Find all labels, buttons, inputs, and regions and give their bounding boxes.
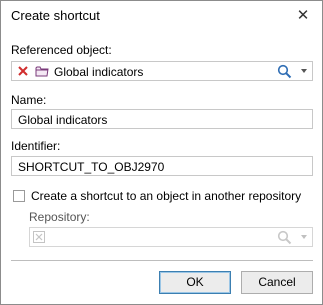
cancel-button[interactable]: Cancel — [241, 271, 313, 294]
clear-icon-disabled — [33, 231, 45, 243]
identifier-field[interactable]: SHORTCUT_TO_OBJ2970 — [11, 156, 313, 176]
repository-label: Repository: — [29, 210, 90, 224]
ok-button[interactable]: OK — [159, 271, 231, 294]
title-bar: Create shortcut ✕ — [1, 1, 322, 31]
clear-icon[interactable] — [17, 65, 29, 77]
chevron-down-icon[interactable] — [301, 69, 307, 73]
search-icon-disabled — [277, 230, 292, 245]
search-icon[interactable] — [277, 64, 292, 79]
referenced-object-value: Global indicators — [54, 65, 144, 79]
referenced-object-field[interactable]: Global indicators — [11, 61, 313, 81]
referenced-object-label: Referenced object: — [11, 43, 112, 57]
repository-field — [29, 227, 313, 247]
identifier-value: SHORTCUT_TO_OBJ2970 — [18, 160, 165, 174]
close-button[interactable]: ✕ — [292, 5, 314, 27]
folder-icon — [35, 66, 49, 77]
other-repository-label[interactable]: Create a shortcut to an object in anothe… — [31, 189, 301, 203]
close-icon: ✕ — [296, 7, 310, 24]
chevron-down-icon-disabled — [301, 235, 307, 239]
name-label: Name: — [11, 93, 47, 107]
name-value: Global indicators — [18, 113, 108, 127]
create-shortcut-dialog: Create shortcut ✕ Referenced object: Glo… — [0, 0, 323, 305]
dialog-title: Create shortcut — [11, 8, 100, 23]
identifier-label: Identifier: — [11, 139, 61, 153]
divider — [11, 260, 313, 261]
other-repository-checkbox[interactable] — [13, 190, 25, 202]
name-field[interactable]: Global indicators — [11, 109, 313, 129]
